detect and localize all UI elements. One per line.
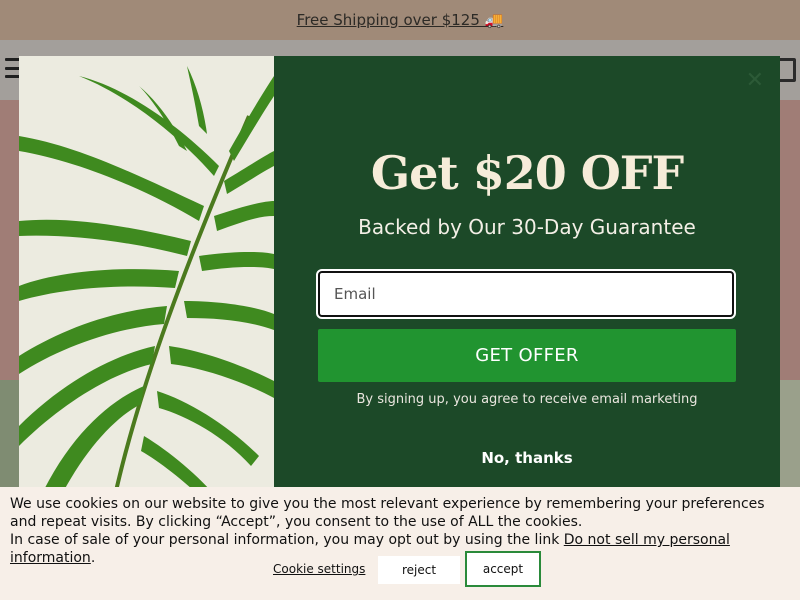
optout-text: In case of sale of your personal informa…: [10, 532, 564, 548]
get-offer-button[interactable]: GET OFFER: [318, 329, 736, 382]
close-icon[interactable]: ✕: [746, 68, 764, 93]
reject-button[interactable]: reject: [378, 556, 460, 584]
free-shipping-link[interactable]: Free Shipping over $125 🚚: [297, 11, 504, 29]
hero-plant-edge: [780, 380, 800, 490]
offer-headline: Get $20 OFF: [370, 146, 684, 200]
cookie-message: We use cookies on our website to give yo…: [10, 496, 765, 530]
palm-leaf-illustration: [19, 56, 274, 500]
signup-modal: ✕ Get $20 OFF Backed by Our 30-Day Guara…: [19, 56, 780, 500]
announcement-bar: Free Shipping over $125 🚚: [0, 0, 800, 40]
consent-text: By signing up, you agree to receive emai…: [356, 392, 698, 407]
accept-button[interactable]: accept: [465, 551, 541, 587]
cookie-settings-button[interactable]: Cookie settings: [273, 562, 365, 576]
email-field[interactable]: [316, 269, 736, 319]
no-thanks-link[interactable]: No, thanks: [274, 449, 780, 467]
signup-panel: ✕ Get $20 OFF Backed by Our 30-Day Guara…: [274, 56, 780, 500]
palm-leaf-photo: [19, 56, 274, 500]
offer-subheadline: Backed by Our 30-Day Guarantee: [358, 215, 696, 239]
cookie-actions: Cookie settings reject accept: [0, 551, 800, 590]
